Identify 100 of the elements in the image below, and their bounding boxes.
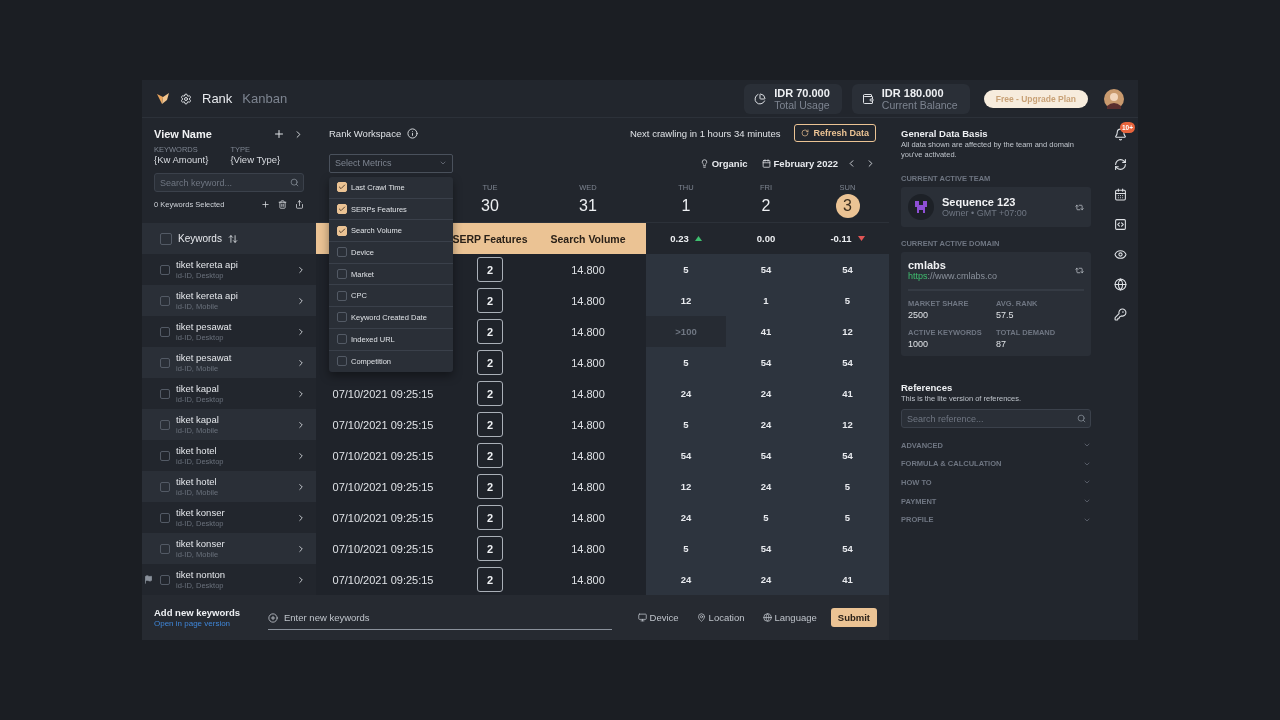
chevron-right-icon: [296, 574, 306, 585]
column-header: SERP Features: [450, 223, 530, 254]
metric-checkbox[interactable]: [337, 290, 347, 301]
keyword-checkbox[interactable]: [160, 264, 170, 275]
open-page-link[interactable]: Open in page version: [154, 617, 258, 629]
day-number[interactable]: 3: [835, 193, 860, 218]
column-header: Search Volume: [530, 223, 646, 254]
stat-value: 2500: [908, 310, 930, 320]
rank-delta: -0.11: [830, 233, 852, 244]
keyword-checkbox[interactable]: [160, 543, 170, 554]
add-icon[interactable]: [261, 200, 270, 209]
key-icon[interactable]: [1114, 308, 1127, 321]
share-icon[interactable]: [295, 200, 304, 209]
rank-cell: 24: [726, 564, 806, 595]
search-volume: 14.800: [571, 511, 605, 524]
day-number[interactable]: 2: [754, 193, 778, 218]
switch-icon[interactable]: [1075, 265, 1084, 275]
metric-checkbox[interactable]: [337, 334, 347, 345]
rank-cell: 24: [646, 378, 726, 409]
keyword-search-field[interactable]: Search keyword...: [154, 173, 304, 192]
serp-count: 2: [477, 412, 503, 437]
keyword-checkbox[interactable]: [160, 574, 170, 585]
pie-chart-icon: [754, 92, 767, 105]
metric-checkbox[interactable]: [337, 356, 347, 367]
metric-checkbox[interactable]: [337, 312, 347, 323]
eye-icon[interactable]: [1114, 248, 1127, 261]
add-icon[interactable]: [273, 128, 285, 140]
metrics-select[interactable]: Select Metrics: [329, 153, 453, 173]
search-volume: 14.800: [571, 573, 605, 586]
metric-checkbox[interactable]: [337, 247, 347, 258]
stat-value: 1000: [908, 339, 930, 349]
chevron-right-icon: [296, 419, 306, 430]
sync-icon[interactable]: [1114, 158, 1127, 171]
language-button[interactable]: Language: [758, 612, 821, 623]
serp-count: 2: [477, 257, 503, 282]
settings-icon: [180, 92, 192, 105]
code-icon[interactable]: [1114, 218, 1127, 231]
day-number[interactable]: 31: [576, 193, 600, 218]
view-tab[interactable]: Kanban: [242, 91, 288, 106]
keyword-checkbox[interactable]: [160, 357, 170, 368]
refresh-icon: [801, 129, 810, 137]
rank-cell: 24: [726, 409, 806, 440]
serp-count: 2: [477, 443, 503, 468]
avatar[interactable]: [1104, 88, 1124, 109]
rank-cell: 24: [726, 378, 806, 409]
notification-button[interactable]: [1114, 128, 1127, 141]
rank-cell: 41: [806, 564, 889, 595]
calendar-icon[interactable]: [1114, 188, 1127, 201]
reference-search-field[interactable]: Search reference...: [901, 409, 1091, 428]
trash-icon[interactable]: [278, 200, 287, 209]
serp-count: 2: [477, 319, 503, 344]
chevron-right-icon: [296, 388, 306, 399]
rank-cell: 54: [726, 347, 806, 378]
rank-cell: 1: [726, 285, 806, 316]
chevron-right-icon: [296, 481, 306, 492]
workspace-title: Rank Workspace: [329, 127, 402, 139]
plus-circle-icon: [268, 612, 278, 623]
globe-icon[interactable]: [1114, 278, 1127, 291]
select-all-checkbox[interactable]: [160, 232, 172, 245]
chevron-right-icon: [296, 450, 306, 461]
team-meta: Owner • GMT +07:00: [942, 208, 1028, 218]
domain-url: https://www.cmlabs.co: [908, 271, 999, 281]
keyword-name: tiket kereta api: [176, 258, 239, 270]
balance-amount: IDR 180.000: [881, 86, 945, 99]
sort-icon[interactable]: [227, 233, 238, 244]
rank-cell: 54: [726, 254, 806, 285]
crawl-time: 07/10/2021 09:25:15: [332, 387, 434, 400]
keyword-checkbox[interactable]: [160, 512, 170, 523]
new-keyword-field[interactable]: Enter new keywords: [268, 605, 612, 630]
chevron-right-icon: [296, 543, 306, 554]
metric-checkbox[interactable]: [337, 269, 347, 280]
page-title: Rank: [202, 91, 233, 106]
info-icon[interactable]: [407, 127, 419, 139]
search-volume: 14.800: [571, 294, 605, 307]
keyword-checkbox[interactable]: [160, 388, 170, 399]
rank-cell: 24: [726, 471, 806, 502]
map-pin-icon: [696, 613, 706, 622]
organic-filter[interactable]: Organic: [699, 157, 748, 169]
keyword-name: tiket pesawat: [176, 351, 233, 363]
view-name-title: View Name: [154, 128, 213, 140]
refresh-data-button[interactable]: Refresh Data: [794, 124, 876, 142]
keyword-checkbox[interactable]: [160, 419, 170, 430]
keyword-checkbox[interactable]: [160, 295, 170, 306]
device-button[interactable]: Device: [633, 612, 683, 623]
usage-amount: IDR 70.000: [774, 86, 830, 99]
keyword-checkbox[interactable]: [160, 450, 170, 461]
keyword-checkbox[interactable]: [160, 481, 170, 492]
location-button[interactable]: Location: [692, 612, 749, 623]
switch-icon[interactable]: [1075, 202, 1084, 212]
field-value: {View Type}: [230, 155, 281, 165]
keyword-checkbox[interactable]: [160, 326, 170, 337]
crawl-time: 07/10/2021 09:25:15: [332, 573, 434, 586]
crawl-time: 07/10/2021 09:25:15: [332, 511, 434, 524]
day-number[interactable]: 30: [478, 193, 502, 218]
day-number[interactable]: 1: [674, 193, 698, 218]
submit-button[interactable]: Submit: [830, 608, 877, 627]
check-icon: [338, 205, 346, 214]
calendar-icon: [761, 158, 771, 168]
serp-count: 2: [477, 381, 503, 406]
month-picker[interactable]: February 2022: [761, 157, 838, 169]
